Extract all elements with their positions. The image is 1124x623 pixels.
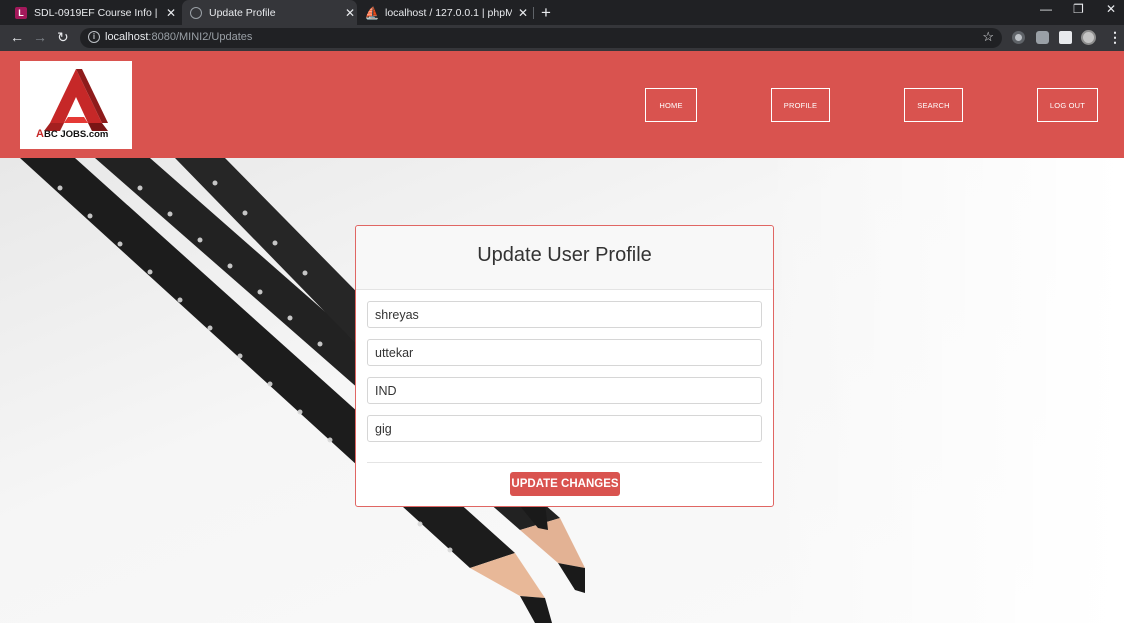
forward-icon[interactable]: → [33,29,47,45]
camera-icon[interactable] [1036,31,1049,44]
tab-title: Update Profile [209,6,276,19]
site-header: ABC JOBS.com HOME PROFILE SEARCH LOG OUT [0,51,1124,158]
tab-phpmyadmin[interactable]: ⛵ localhost / 127.0.0.1 | phpMyAdmin ✕ [360,0,530,25]
url-text: localhost:8080/MINI2/Updates [105,31,253,43]
tab-title: SDL-0919EF Course Info | Lithan [34,6,160,19]
extensions-puzzle-icon[interactable] [1059,31,1072,44]
tab-separator [533,7,534,19]
tab-update-profile[interactable]: Update Profile ✕ [182,0,357,25]
divider [367,462,762,463]
update-profile-card: Update User Profile UPDATE CHANGES [355,225,774,507]
nav-logout-button[interactable]: LOG OUT [1037,88,1098,122]
first-name-input[interactable] [367,301,762,328]
tab-course-info[interactable]: L SDL-0919EF Course Info | Lithan ✕ [10,0,178,25]
close-tab-icon[interactable]: ✕ [343,6,357,20]
last-name-input[interactable] [367,339,762,366]
globe-icon [190,6,202,19]
profile-avatar-icon[interactable] [1081,30,1096,45]
card-header: Update User Profile [356,226,773,290]
new-tab-icon[interactable]: + [541,3,551,23]
restore-icon[interactable]: ❐ [1073,2,1084,16]
minimize-icon[interactable]: — [1040,2,1052,16]
back-icon[interactable]: ← [10,29,24,45]
abc-jobs-logo[interactable]: ABC JOBS.com [20,61,132,149]
address-bar[interactable]: i localhost:8080/MINI2/Updates ☆ [80,28,1002,48]
nav-profile-button[interactable]: PROFILE [771,88,830,122]
tab-title: localhost / 127.0.0.1 | phpMyAdmin [385,6,512,19]
phpmyadmin-favicon-icon: ⛵ [364,5,380,20]
bookmark-star-icon[interactable]: ☆ [982,29,994,45]
occupation-input[interactable] [367,415,762,442]
extension-circle-icon[interactable] [1012,31,1025,44]
close-tab-icon[interactable]: ✕ [164,6,178,20]
browser-menu-icon[interactable]: ⋮ [1108,29,1122,46]
nav-search-button[interactable]: SEARCH [904,88,963,122]
country-input[interactable] [367,377,762,404]
reload-icon[interactable]: ↻ [57,29,69,46]
page-title: Update User Profile [477,244,652,266]
lithan-favicon-icon: L [15,6,27,19]
browser-toolbar: ← → ↻ i localhost:8080/MINI2/Updates ☆ ⋮ [0,25,1124,51]
close-tab-icon[interactable]: ✕ [516,6,530,20]
update-changes-button[interactable]: UPDATE CHANGES [510,472,620,496]
browser-tab-strip: L SDL-0919EF Course Info | Lithan ✕ Upda… [0,0,1124,25]
logo-text: ABC JOBS.com [36,128,109,140]
nav-home-button[interactable]: HOME [645,88,697,122]
page: ABC JOBS.com HOME PROFILE SEARCH LOG OUT… [0,51,1124,623]
site-info-icon[interactable]: i [88,31,100,43]
window-close-icon[interactable]: ✕ [1106,2,1116,16]
